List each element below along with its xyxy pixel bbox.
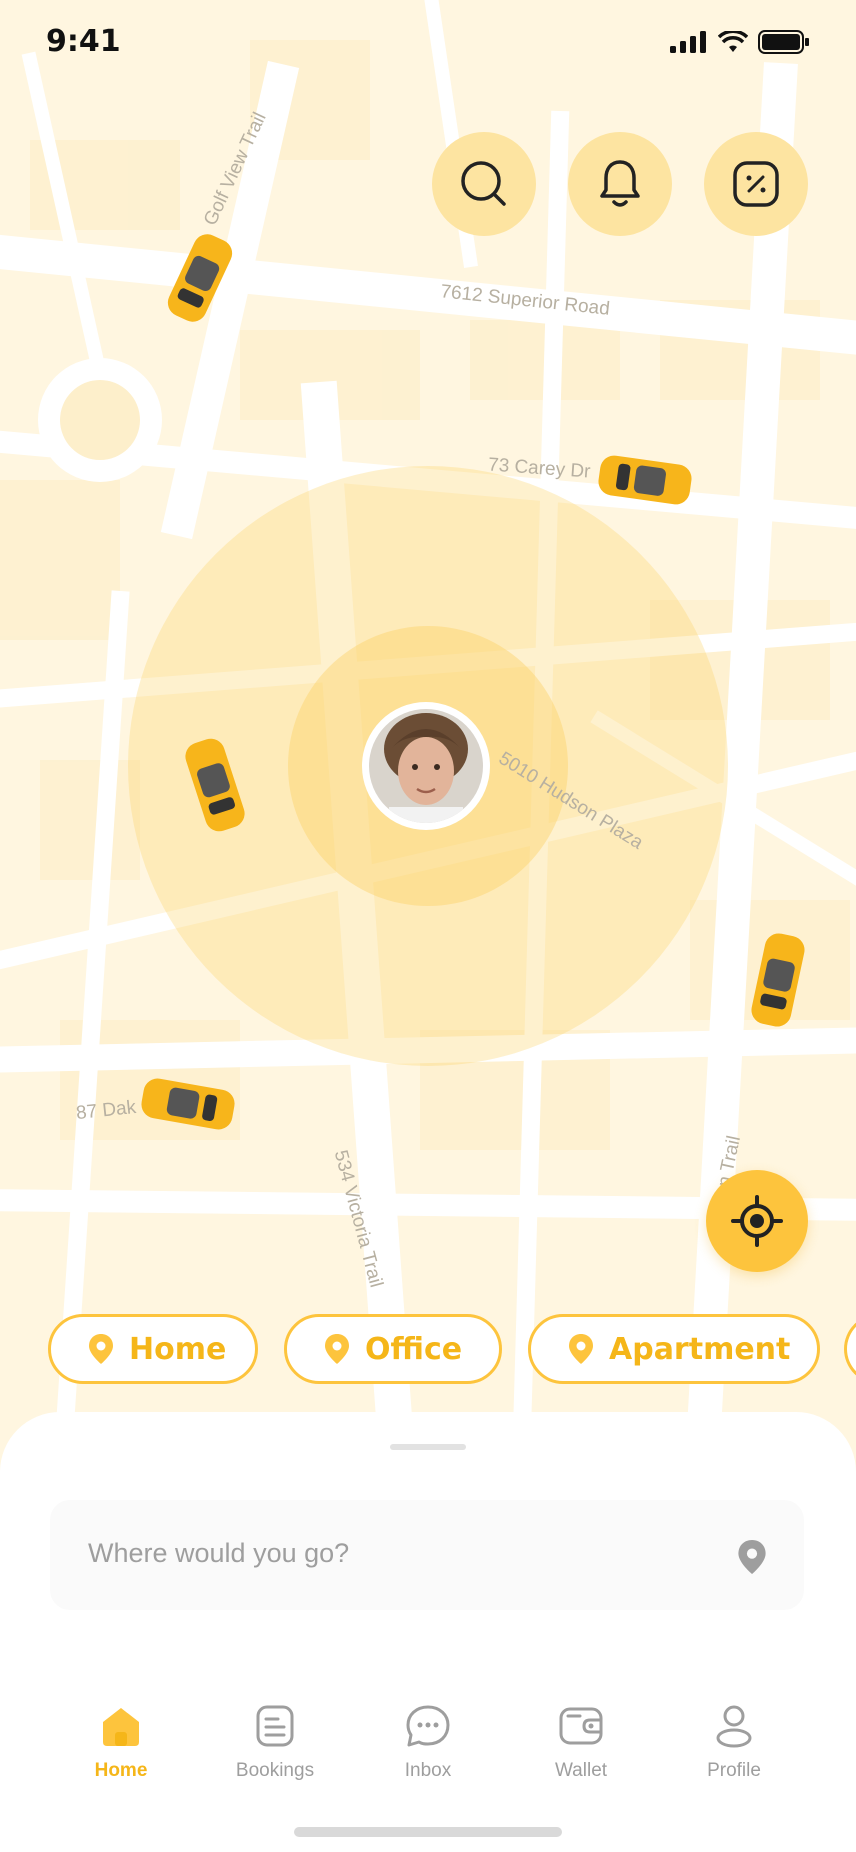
bookings-icon — [256, 1705, 294, 1747]
tab-label: Inbox — [404, 1760, 452, 1781]
tab-inbox[interactable]: Inbox — [363, 1698, 493, 1782]
profile-icon — [716, 1705, 752, 1748]
tab-bar: Home Bookings Inbox Wallet Profile — [0, 1698, 856, 1808]
chip-label: Office — [365, 1331, 463, 1367]
tab-label: Wallet — [554, 1760, 608, 1781]
location-pin-icon — [569, 1334, 593, 1364]
wifi-icon — [718, 31, 748, 52]
home-icon — [103, 1708, 139, 1746]
wallet-icon — [559, 1707, 603, 1745]
status-bar: 9:41 — [0, 0, 856, 90]
bottom-sheet: Where would you go? Home Bookings Inbox … — [0, 1412, 856, 1852]
user-avatar — [362, 702, 490, 830]
tab-label: Home — [94, 1760, 148, 1781]
saved-place-apartment[interactable]: Apartment — [528, 1314, 820, 1384]
search-input[interactable]: Where would you go? — [88, 1538, 349, 1569]
tab-wallet[interactable]: Wallet — [516, 1698, 646, 1782]
notification-button[interactable] — [568, 132, 672, 236]
tab-label: Profile — [707, 1760, 761, 1781]
chip-label: Home — [129, 1331, 227, 1367]
saved-places: Home Office Apartment — [48, 1314, 856, 1390]
signal-icon — [670, 31, 706, 53]
battery-icon — [758, 30, 809, 54]
crosshair-icon — [731, 1195, 783, 1247]
user-photo — [369, 709, 483, 823]
tab-home[interactable]: Home — [56, 1698, 186, 1782]
saved-place-more[interactable] — [844, 1314, 856, 1384]
saved-place-home[interactable]: Home — [48, 1314, 258, 1384]
location-pin-icon — [325, 1334, 349, 1364]
tab-label: Bookings — [235, 1760, 315, 1781]
search-icon — [461, 161, 506, 206]
location-pin-icon — [89, 1334, 113, 1364]
home-indicator — [294, 1827, 562, 1837]
drag-handle[interactable] — [390, 1444, 466, 1450]
location-pin-icon[interactable] — [738, 1540, 766, 1574]
search-button[interactable] — [432, 132, 536, 236]
destination-search[interactable]: Where would you go? — [50, 1500, 804, 1610]
locate-me-button[interactable] — [706, 1170, 808, 1272]
chip-label: Apartment — [609, 1331, 791, 1367]
bell-icon — [600, 160, 640, 207]
chat-icon — [406, 1705, 450, 1747]
tab-profile[interactable]: Profile — [669, 1698, 799, 1782]
discount-button[interactable] — [704, 132, 808, 236]
status-time: 9:41 — [46, 24, 121, 59]
saved-place-office[interactable]: Office — [284, 1314, 502, 1384]
discount-icon — [733, 161, 779, 207]
tab-bookings[interactable]: Bookings — [210, 1698, 340, 1782]
